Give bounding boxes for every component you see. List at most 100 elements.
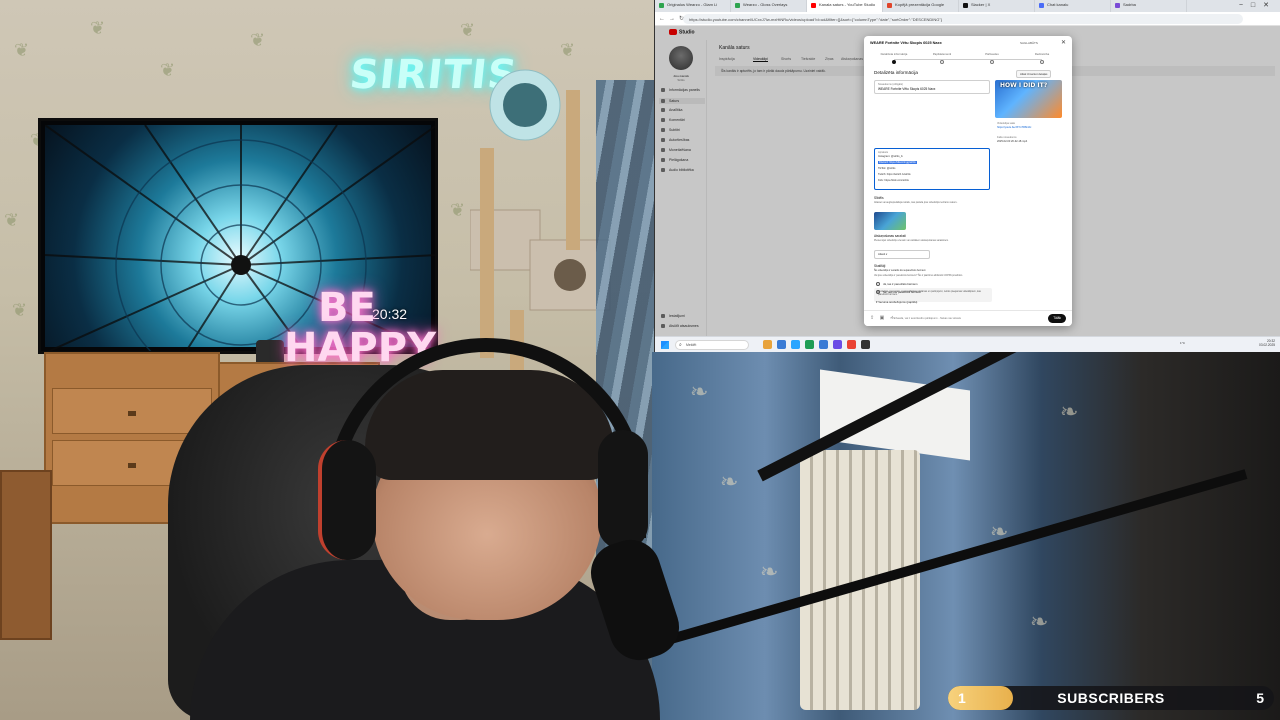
stream-frame: ❦ ❦ ❦ ❦ ❦ ❦ ❦ ❦ ❦ ❦ SIRITIS (0, 0, 1280, 720)
wallpaper-leaf-icon: ❦ (14, 40, 30, 61)
tab-favicon-icon (1115, 3, 1120, 8)
browser-tab[interactable]: Chat kanalu (1035, 0, 1111, 12)
title-field-value: WEARE Fortnite Vētu Skopis 6025 Naxx (878, 87, 936, 91)
step-dot (990, 60, 994, 64)
chevron-down-icon: ▾ (885, 253, 888, 256)
wallpaper-leaf-icon: ❦ (160, 60, 176, 81)
step-label: Pārbaudes (985, 52, 999, 56)
spotify-icon[interactable] (805, 340, 814, 349)
video-link-label: Videoklipa saite (997, 122, 1016, 125)
goal-target-count: 5 (1256, 690, 1264, 706)
video-preview[interactable]: HOW I DID IT? (995, 80, 1062, 118)
curtain-leaf-icon: ❧ (690, 380, 709, 405)
thumbnail-help: Atlasiet vai augšupielādējiet attēlu, ka… (874, 201, 958, 204)
next-button[interactable]: Tālāk (1048, 314, 1066, 323)
wallpaper-leaf-icon: ❦ (250, 30, 266, 51)
step-dot (1040, 60, 1044, 64)
browser-tab-active[interactable]: Kanala saturs - YouTube Studio (807, 0, 883, 12)
upload-steps: Detalizēta informācija Papildelementi Pā… (874, 52, 1062, 64)
description-line: Instagram: @siritis_lv (878, 155, 903, 158)
tab-label: Sadrba (1123, 2, 1136, 7)
system-clock[interactable]: 20:32 03.02.2025 (1259, 339, 1275, 347)
chrome-browser-icon[interactable] (791, 340, 800, 349)
description-field[interactable]: Apraksts Instagram: @siritis_lv Discord:… (874, 148, 990, 190)
browser-tab[interactable]: Slacker | X (959, 0, 1035, 12)
happy-sign-line1: BE (318, 285, 376, 331)
drawer (52, 388, 212, 434)
url-field[interactable]: https://studio.youtube.com/channel/UCxxJ… (683, 14, 1243, 24)
tab-label: Chat kanalu (1047, 2, 1069, 7)
description-line: TikTok: @siritis (878, 167, 896, 170)
playlist-select[interactable]: Atlasīt ▾ (874, 250, 930, 259)
tab-label: Kanala saturs - YouTube Studio (819, 2, 876, 7)
tab-favicon-icon (1039, 3, 1044, 8)
step-elements[interactable]: Papildelementi (922, 52, 962, 64)
step-dot (940, 60, 944, 64)
obs-icon[interactable] (847, 340, 856, 349)
video-link[interactable]: https://youtu.be/JXYsTR8m0c (997, 126, 1031, 129)
windows-start-icon[interactable] (661, 341, 669, 349)
radio-made-for-kids[interactable]: Jā, tas ir paredzēts bērniem (876, 282, 918, 287)
step-checks[interactable]: Pārbaudes (972, 52, 1012, 64)
wallpaper-leaf-icon: ❦ (560, 40, 576, 61)
tab-favicon-icon (735, 3, 740, 8)
taskbar-search[interactable]: ⌕ Meklēt (675, 340, 749, 350)
radio-not-for-kids[interactable]: Nē, tas nav paredzēts bērniem (876, 290, 922, 295)
side-shelf (0, 470, 52, 640)
audience-help: Vai jūsu videoklips ir paredzēts bērniem… (874, 274, 963, 277)
filename-value: 2025-02-03 20-32-18.mp4 (997, 140, 1028, 143)
step-label: Papildelementi (932, 52, 952, 56)
browser-tab[interactable]: Sadrba (1111, 0, 1187, 12)
windows-taskbar: ⌕ Meklēt 1°C 20:32 03.02.2025 (655, 336, 1280, 352)
curtain-leaf-icon: ❧ (1060, 400, 1079, 425)
description-line: Kick: https://kick.com/siritis (878, 179, 909, 182)
tab-label: Originalus Wearzo - Glam Li (667, 2, 718, 7)
wallpaper-leaf-icon: ❦ (450, 200, 466, 221)
description-line: Twitch: https://twitch.tv/siritis (878, 173, 911, 176)
step-dot (892, 60, 896, 64)
playlist-heading: Atskaņošanas saraksti (874, 234, 906, 238)
thumbnail-option[interactable] (874, 212, 906, 230)
clock-date: 03.02.2025 (1259, 343, 1275, 348)
radio-button-selected[interactable] (876, 290, 880, 295)
step-details[interactable]: Detalizēta informācija (874, 52, 914, 64)
filename-label: Faila nosaukums (997, 136, 1017, 139)
knob (128, 463, 136, 468)
file-explorer-icon[interactable] (763, 340, 772, 349)
reuse-details-button[interactable]: Atkal izmantot detaļas (1016, 70, 1052, 78)
close-icon[interactable]: ✕ (1061, 39, 1066, 46)
tab-favicon-icon (887, 3, 892, 8)
address-bar: ←→↻ https://studio.youtube.com/channel/U… (655, 12, 1280, 26)
title-field-label: Nosaukums (obligāts) (878, 83, 904, 86)
checks-status-text: Pārbauda, vai ir autortiesību pārkāpumi.… (892, 317, 961, 320)
radio-label: Nē, tas nav paredzēts bērniem (883, 290, 922, 294)
browser-tab[interactable]: Kopējā prezentācija Google (883, 0, 959, 12)
upload-details-dialog: WEARE Fortnite Vētu Skopis 6025 Naxx SAG… (864, 36, 1072, 326)
tab-label: Slacker | X (971, 2, 991, 7)
terminal-icon[interactable] (861, 340, 870, 349)
dialog-title: WEARE Fortnite Vētu Skopis 6025 Naxx (870, 41, 942, 45)
tab-label: Kopējā prezentācija Google (895, 2, 945, 7)
goal-label: SUBSCRIBERS (1057, 690, 1165, 706)
tab-label: Wearzo - Gloss Overlays (743, 2, 788, 7)
curtain-leaf-icon: ❧ (760, 560, 779, 585)
browser-tab[interactable]: Originalus Wearzo - Glam Li (655, 0, 731, 12)
title-field[interactable]: Nosaukums (obligāts) WEARE Fortnite Vētu… (874, 80, 990, 94)
window-controls[interactable]: −□✕ (1239, 1, 1277, 9)
audience-heading: Skatītāji (874, 264, 886, 268)
wallpaper-leaf-icon: ❦ (460, 20, 476, 41)
weather-widget[interactable]: 1°C (1180, 341, 1185, 345)
age-restriction-toggle[interactable]: ▾ Vecuma ierobežojums (papildu) (876, 300, 917, 304)
discord-icon[interactable] (833, 340, 842, 349)
wallpaper-leaf-icon: ❦ (90, 18, 106, 39)
details-heading: Detalizēta informācija (874, 70, 918, 75)
age-restriction-label: Vecuma ierobežojums (papildu) (878, 300, 918, 304)
step-label: Redzamība (1034, 52, 1050, 56)
browser-tab[interactable]: Wearzo - Gloss Overlays (731, 0, 807, 12)
knob (128, 411, 136, 416)
curtain-leaf-icon: ❧ (720, 470, 739, 495)
edge-browser-icon[interactable] (777, 340, 786, 349)
store-icon[interactable] (819, 340, 828, 349)
step-visibility[interactable]: Redzamība (1022, 52, 1062, 64)
radio-button[interactable] (876, 282, 880, 287)
